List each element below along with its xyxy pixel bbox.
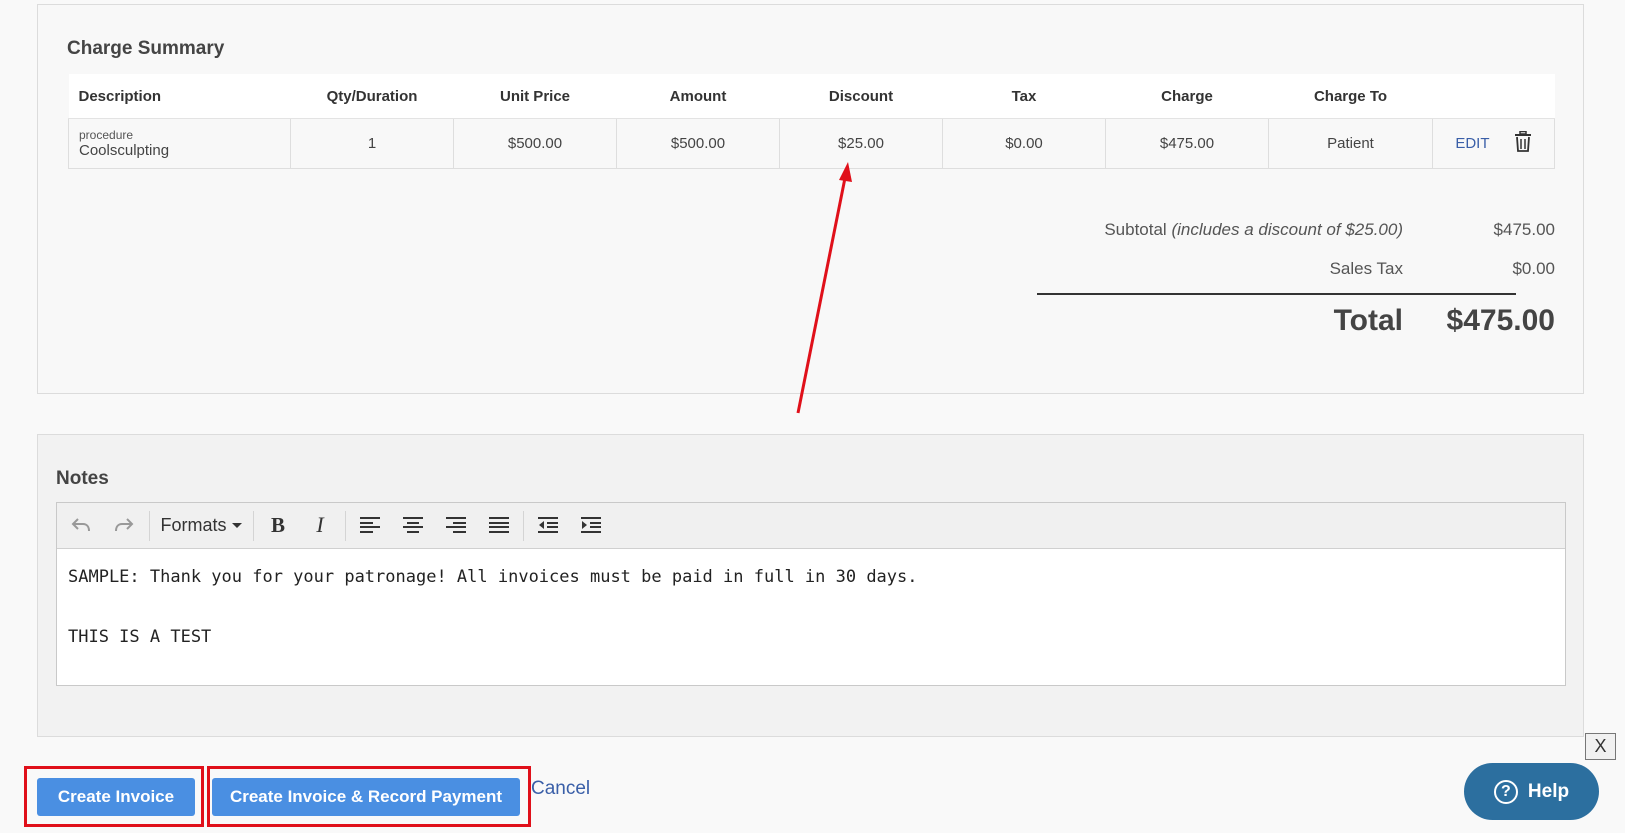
item-type: procedure bbox=[79, 127, 134, 142]
italic-icon[interactable]: I bbox=[305, 511, 335, 539]
column-header: Description bbox=[68, 74, 291, 119]
subtotal-label: Subtotal (includes a discount of $25.00) bbox=[1104, 220, 1403, 239]
table-row: procedure Coolsculpting 1 $500.00 $500.0… bbox=[68, 118, 1555, 169]
create-invoice-record-payment-button[interactable]: Create Invoice & Record Payment bbox=[212, 778, 520, 816]
table-header-row: Description Qty/Duration Unit Price Amou… bbox=[68, 74, 1555, 119]
column-header: Discount bbox=[779, 74, 943, 119]
qty-cell: 1 bbox=[290, 118, 454, 169]
charge-summary-panel: Charge Summary Description Qty/Duration … bbox=[37, 4, 1584, 394]
notes-title: Notes bbox=[56, 468, 109, 489]
sales-tax-value: $0.00 bbox=[1512, 259, 1555, 278]
totals-divider bbox=[1037, 293, 1516, 295]
formats-dropdown[interactable]: Formats bbox=[160, 511, 242, 539]
cancel-link[interactable]: Cancel bbox=[531, 778, 590, 800]
charge-to-cell: Patient bbox=[1268, 118, 1433, 169]
column-header: Charge To bbox=[1268, 74, 1433, 119]
charge-summary-title: Charge Summary bbox=[67, 38, 225, 59]
align-justify-icon[interactable] bbox=[484, 511, 514, 539]
close-button[interactable]: X bbox=[1585, 733, 1616, 760]
notes-panel: Notes Formats B I SAMPLE: Thank you for … bbox=[37, 434, 1584, 737]
help-button[interactable]: ? Help bbox=[1464, 763, 1599, 820]
notes-line: SAMPLE: Thank you for your patronage! Al… bbox=[68, 567, 918, 587]
help-label: Help bbox=[1527, 780, 1570, 802]
undo-icon[interactable] bbox=[67, 511, 95, 539]
toolbar-separator bbox=[149, 511, 150, 541]
notes-text-area[interactable]: SAMPLE: Thank you for your patronage! Al… bbox=[57, 549, 1565, 665]
toolbar-separator bbox=[253, 511, 254, 541]
description-cell: procedure Coolsculpting bbox=[68, 118, 291, 169]
discount-cell: $25.00 bbox=[779, 118, 943, 169]
bold-icon[interactable]: B bbox=[263, 511, 293, 539]
toolbar-separator bbox=[345, 511, 346, 541]
total-value: $475.00 bbox=[1446, 304, 1555, 337]
column-header: Amount bbox=[616, 74, 780, 119]
sales-tax-label: Sales Tax bbox=[1329, 259, 1403, 278]
redo-icon[interactable] bbox=[110, 511, 138, 539]
edit-link[interactable]: EDIT bbox=[1455, 135, 1489, 152]
item-name: Coolsculpting bbox=[79, 141, 170, 159]
actions-cell: EDIT bbox=[1432, 118, 1555, 169]
align-left-icon[interactable] bbox=[355, 511, 385, 539]
question-icon: ? bbox=[1493, 779, 1518, 804]
column-header: Tax bbox=[942, 74, 1106, 119]
column-header: Charge bbox=[1105, 74, 1269, 119]
charge-table: Description Qty/Duration Unit Price Amou… bbox=[68, 74, 1555, 169]
create-invoice-button[interactable]: Create Invoice bbox=[37, 778, 195, 816]
align-right-icon[interactable] bbox=[441, 511, 471, 539]
indent-icon[interactable] bbox=[576, 511, 606, 539]
toolbar-separator bbox=[523, 511, 524, 541]
column-header: Qty/Duration bbox=[290, 74, 454, 119]
column-header: Unit Price bbox=[453, 74, 617, 119]
column-header-actions bbox=[1432, 74, 1555, 119]
outdent-icon[interactable] bbox=[533, 511, 563, 539]
tax-cell: $0.00 bbox=[942, 118, 1106, 169]
notes-line: THIS IS A TEST bbox=[68, 627, 212, 647]
amount-cell: $500.00 bbox=[616, 118, 780, 169]
total-label: Total bbox=[1333, 304, 1403, 337]
align-center-icon[interactable] bbox=[398, 511, 428, 539]
unit-price-cell: $500.00 bbox=[453, 118, 617, 169]
notes-editor: Formats B I SAMPLE: Thank you for your p… bbox=[56, 502, 1566, 686]
subtotal-value: $475.00 bbox=[1493, 220, 1555, 239]
trash-icon[interactable] bbox=[1514, 130, 1532, 156]
caret-down-icon bbox=[231, 522, 242, 528]
formats-label: Formats bbox=[160, 514, 227, 535]
charge-cell: $475.00 bbox=[1105, 118, 1269, 169]
editor-toolbar: Formats B I bbox=[57, 503, 1565, 549]
